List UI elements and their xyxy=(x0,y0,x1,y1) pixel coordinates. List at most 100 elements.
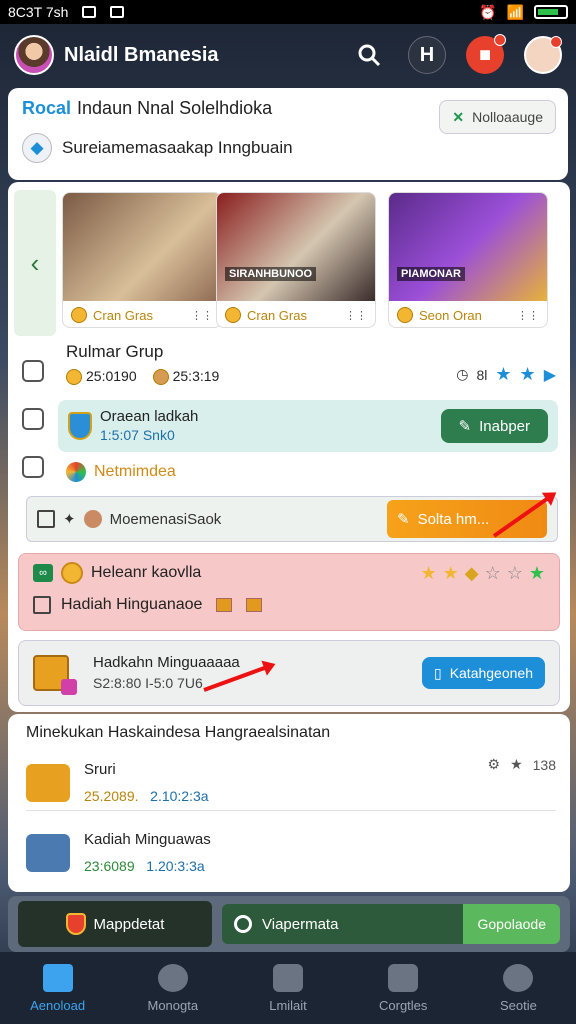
bookmark-icon: ▯ xyxy=(433,664,442,681)
promo-banner: Oraean ladkah 1:5:07 Snk0 ✎ Inabper xyxy=(58,400,558,452)
alarm-icon: ⏰ xyxy=(479,3,497,20)
gift-icon xyxy=(246,598,263,612)
tool-icon: ✕ xyxy=(452,108,465,125)
notification-icon xyxy=(110,6,125,18)
backpack-icon xyxy=(26,834,70,872)
tab-chest[interactable]: Corgtles xyxy=(346,952,461,1024)
mission-button[interactable]: ✎ Solta hm... xyxy=(387,500,547,538)
notification-dot xyxy=(494,34,506,46)
more-icon[interactable]: ⋮⋮ xyxy=(345,309,367,322)
sparkle-icon: ✦ xyxy=(63,511,76,528)
go-button[interactable]: Gopolaode xyxy=(463,904,560,944)
hub-icon[interactable]: H xyxy=(408,36,446,74)
welcome-title: Indaun Nnal Solelhdioka xyxy=(77,98,273,118)
divider xyxy=(26,810,556,811)
chevron-left-icon[interactable]: ‹ xyxy=(14,190,56,336)
star-rating: ★ ★ ◆ ☆ ☆ ★ xyxy=(420,563,545,584)
notification-dot xyxy=(550,36,562,48)
chest-icon xyxy=(26,764,70,802)
reward-card: ∞ Heleanr kaovlla ★ ★ ◆ ☆ ☆ ★ Hadiah Hin… xyxy=(18,553,560,631)
mission-row: ✦ MoemenasiSaok ✎ Solta hm... xyxy=(26,496,558,542)
tab-home[interactable]: Aenoload xyxy=(0,952,115,1024)
coin-icon xyxy=(71,307,87,323)
star-icon: ★ xyxy=(519,364,536,384)
star-icon: ★ xyxy=(495,364,512,384)
carousel: ‹ Cran Gras ⋮⋮ SIRANHBUNOO Cran Gras ⋮⋮ PI… xyxy=(12,190,560,336)
chest-icon xyxy=(388,963,419,992)
chest-row: Hadkahn Minguaaaaa S2:8:80 I-5:0 7U6 ▯ K… xyxy=(18,640,560,706)
coin-icon xyxy=(152,369,169,386)
group-stats: 25:0190 25:3:19 xyxy=(66,368,219,386)
tab-bar: Aenoload Monogta Lmilait Corgtles Seotie xyxy=(0,952,576,1024)
tab-profile[interactable]: Seotie xyxy=(461,952,576,1024)
tile-image xyxy=(389,193,547,301)
welcome-card: Rocal Indaun Nnal Solelhdioka ✕ Nolloaau… xyxy=(8,88,568,180)
home-icon xyxy=(42,963,73,992)
top-action-button[interactable]: ✕ Nolloaauge xyxy=(439,100,556,134)
chest-icon xyxy=(33,655,77,695)
star-icon: ★ xyxy=(528,562,545,583)
video-icon[interactable]: ■ xyxy=(466,34,506,74)
app-header: Nlaidl Bmanesia H ■ xyxy=(0,24,576,86)
play-icon[interactable]: ▶ xyxy=(544,365,556,385)
more-icon[interactable]: ⋮⋮ xyxy=(517,309,539,322)
bottom-actions: Mappdetat Viapermata Gopolaode xyxy=(8,896,570,952)
promo-button[interactable]: ✎ Inabper xyxy=(440,409,548,443)
battery-icon xyxy=(534,5,568,19)
book-icon xyxy=(273,963,303,992)
gift-icon xyxy=(216,598,233,612)
list-card: Minekukan Haskaindesa Hangraealsinatan S… xyxy=(8,714,570,892)
carousel-tile[interactable]: PIAMONAR Seon Oran ⋮⋮ xyxy=(388,192,548,328)
group-title: Rulmar Grup xyxy=(66,342,164,361)
rating: ◷ 8l ★ ★ ▶ xyxy=(456,364,556,385)
brand-label: Rocal xyxy=(22,98,72,118)
star-outline-icon: ☆ xyxy=(506,562,523,583)
coin-icon xyxy=(397,307,413,323)
chat-icon[interactable] xyxy=(22,360,44,382)
list-item[interactable]: Kadiah Minguawas 23:6089 1.20:3:3a xyxy=(26,818,556,888)
list-title: Minekukan Haskaindesa Hangraealsinatan xyxy=(26,724,331,741)
swirl-icon: ◆ xyxy=(22,133,52,163)
profile-icon[interactable] xyxy=(524,36,562,74)
device-icon[interactable] xyxy=(22,408,44,430)
tile-image xyxy=(217,193,375,301)
star-icon: ★ xyxy=(442,562,459,583)
clock-icon: ◷ xyxy=(456,366,469,382)
ring-icon xyxy=(234,915,252,933)
globe-icon xyxy=(66,462,86,482)
nemo-row[interactable]: Netmimdea xyxy=(66,462,176,482)
search-icon[interactable] xyxy=(350,36,388,74)
edit-icon: ✎ xyxy=(458,418,472,435)
link-icon: ∞ xyxy=(33,564,53,582)
app-name: Nlaidl Bmanesia xyxy=(64,43,219,66)
image-icon xyxy=(82,6,97,18)
welcome-subtitle: Sureiamemasaakap Inngbuain xyxy=(62,138,293,157)
star-icon: ★ xyxy=(420,562,437,583)
list-item[interactable]: Sruri 25.2089. 2.10:2:3a ⚙ ★ 138 xyxy=(26,748,556,818)
status-bar: 8C3T 7sh ⏰ 📶 xyxy=(0,0,576,24)
avatar[interactable] xyxy=(14,35,54,75)
coin-icon xyxy=(225,307,241,323)
map-button[interactable]: Mappdetat xyxy=(18,901,212,947)
person-icon xyxy=(503,963,534,992)
chest-button[interactable]: ▯ Katahgeoneh xyxy=(421,657,545,689)
star-outline-icon: ☆ xyxy=(484,562,501,583)
carousel-tile[interactable]: Cran Gras ⋮⋮ xyxy=(62,192,222,328)
checkbox[interactable] xyxy=(33,596,51,614)
carousel-tile[interactable]: SIRANHBUNOO Cran Gras ⋮⋮ xyxy=(216,192,376,328)
status-time: 8C3T 7sh xyxy=(8,4,69,20)
gift-icon: ◆ xyxy=(464,562,479,583)
checkbox[interactable] xyxy=(37,510,55,528)
pencil-icon: ✎ xyxy=(397,511,410,528)
shield-icon xyxy=(68,412,92,440)
face-icon xyxy=(83,510,102,528)
gear-icon xyxy=(157,963,188,992)
mid-action[interactable]: Viapermata Gopolaode xyxy=(222,904,560,944)
clipboard-icon[interactable] xyxy=(22,456,44,478)
more-icon[interactable]: ⋮⋮ xyxy=(191,309,213,322)
tab-game[interactable]: Monogta xyxy=(115,952,230,1024)
tab-list[interactable]: Lmilait xyxy=(230,952,345,1024)
tile-image xyxy=(63,193,221,301)
settings-icon[interactable]: ⚙ xyxy=(488,756,501,773)
main-card: ‹ Cran Gras ⋮⋮ SIRANHBUNOO Cran Gras ⋮⋮ PI… xyxy=(8,182,570,712)
